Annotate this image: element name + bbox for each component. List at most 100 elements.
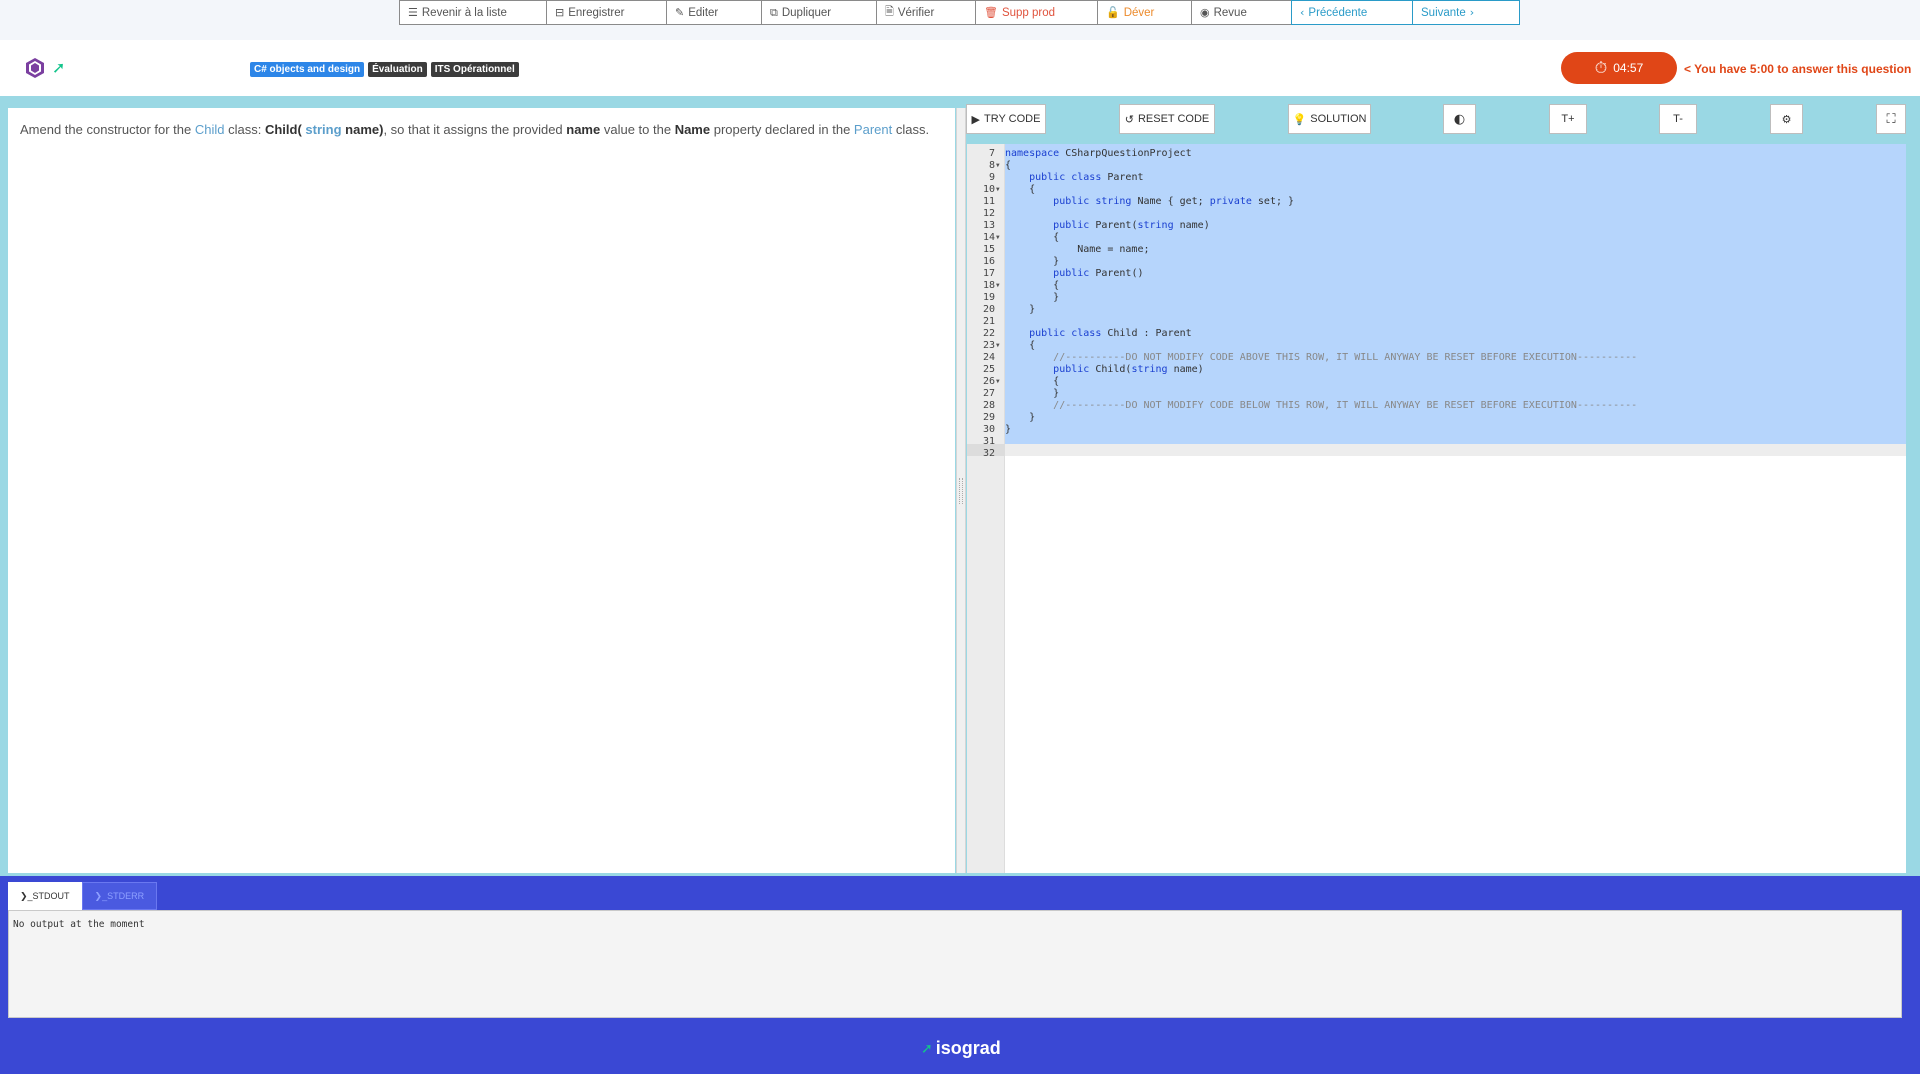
header: ➚ C# objects and design Évaluation ITS O… bbox=[0, 40, 1920, 96]
code-text: Parent bbox=[1101, 172, 1144, 183]
previous-button[interactable]: ‹ Précédente bbox=[1291, 0, 1413, 25]
code-line: public class Child : Parent bbox=[1005, 328, 1192, 340]
duplicate-button[interactable]: ⧉ Dupliquer bbox=[761, 0, 877, 25]
question-text: , so that it assigns the provided bbox=[383, 122, 567, 137]
code-comment: //----------DO NOT MODIFY CODE BELOW THI… bbox=[1053, 400, 1638, 411]
unlock-icon: 🔓 bbox=[1106, 6, 1120, 19]
line-number: 7 bbox=[988, 148, 995, 159]
code-keyword: public string bbox=[1053, 196, 1132, 207]
settings-button[interactable]: ⚙ bbox=[1770, 104, 1803, 134]
fold-toggle-icon[interactable]: ▼ bbox=[996, 184, 1000, 196]
question-text: value to the bbox=[600, 122, 675, 137]
panel-splitter[interactable] bbox=[956, 108, 966, 873]
code-line: //----------DO NOT MODIFY CODE BELOW THI… bbox=[1005, 400, 1637, 412]
edit-button[interactable]: ✎ Editer bbox=[666, 0, 762, 25]
unlock-button[interactable]: 🔓 Déver bbox=[1097, 0, 1192, 25]
tab-stderr[interactable]: ❯_STDERR bbox=[81, 882, 158, 910]
code-line: { bbox=[1005, 160, 1011, 172]
code-line: { bbox=[1005, 280, 1059, 292]
font-increase-button[interactable]: T+ bbox=[1549, 104, 1587, 134]
signature-type: string bbox=[305, 122, 342, 137]
fold-toggle-icon[interactable]: ▼ bbox=[996, 232, 1000, 244]
code-area[interactable]: namespace CSharpQuestionProject{ public … bbox=[1005, 144, 1906, 873]
parent-class-link: Parent bbox=[853, 122, 893, 137]
question-text: property declared in the bbox=[710, 122, 854, 137]
fold-toggle-icon[interactable]: ▼ bbox=[996, 340, 1000, 352]
fold-toggle-icon[interactable]: ▼ bbox=[996, 160, 1000, 172]
code-line: { bbox=[1005, 340, 1035, 352]
review-button[interactable]: ◉ Revue bbox=[1191, 0, 1292, 25]
param-name: name bbox=[566, 122, 601, 137]
code-keyword: public bbox=[1053, 220, 1090, 231]
code-keyword: string bbox=[1131, 364, 1168, 375]
code-comment: //----------DO NOT MODIFY CODE ABOVE THI… bbox=[1053, 352, 1638, 363]
code-keyword: namespace bbox=[1005, 148, 1060, 159]
back-to-list-button[interactable]: ☰ Revenir à la liste bbox=[399, 0, 547, 25]
console-tabs: ❯_STDOUT ❯_STDERR bbox=[8, 882, 158, 910]
line-number: 31 bbox=[982, 436, 995, 447]
tag-type: Évaluation bbox=[368, 62, 427, 77]
reset-code-button[interactable]: ↺ RESET CODE bbox=[1119, 104, 1215, 134]
code-line: } bbox=[1005, 424, 1011, 436]
code-line: { bbox=[1005, 232, 1059, 244]
tag-topic: C# objects and design bbox=[250, 62, 365, 77]
save-icon: ⊟ bbox=[555, 6, 565, 19]
verify-button[interactable]: 🗎 Vérifier bbox=[876, 0, 976, 25]
next-button[interactable]: Suivante › bbox=[1412, 0, 1520, 25]
copy-icon: ⧉ bbox=[770, 5, 778, 19]
font-increase-icon: T+ bbox=[1561, 113, 1575, 125]
property-name: Name bbox=[674, 122, 711, 137]
code-line: namespace CSharpQuestionProject bbox=[1005, 148, 1192, 160]
editor-toolbar: ▶ TRY CODE ↺ RESET CODE 💡 SOLUTION ◐ T+ T- … bbox=[966, 104, 1906, 140]
code-text: { bbox=[1005, 232, 1060, 243]
splitter-grip[interactable] bbox=[959, 478, 963, 504]
code-keyword: string bbox=[1137, 220, 1174, 231]
fold-toggle-icon[interactable]: ▼ bbox=[996, 376, 1000, 388]
console-output: No output at the moment bbox=[8, 910, 1902, 1018]
reset-icon: ↺ bbox=[1124, 112, 1134, 126]
tag-level: ITS Opérationnel bbox=[430, 62, 519, 77]
question-text: class: bbox=[224, 122, 265, 137]
try-code-button[interactable]: ▶ TRY CODE bbox=[966, 104, 1046, 134]
line-number: 15 bbox=[982, 244, 995, 255]
code-line: public class Parent bbox=[1005, 172, 1144, 184]
footer-logo: ➚ isograd bbox=[921, 1038, 1001, 1058]
stopwatch-icon: ⏱ bbox=[1594, 58, 1608, 77]
theme-toggle-button[interactable]: ◐ bbox=[1443, 104, 1476, 134]
code-text: Name { get; bbox=[1131, 196, 1210, 207]
line-number: 21 bbox=[982, 316, 995, 327]
delete-prod-button[interactable]: 🗑 Supp prod bbox=[975, 0, 1098, 25]
fullscreen-button[interactable]: ⛶ bbox=[1876, 104, 1906, 134]
code-text: { bbox=[1005, 184, 1036, 195]
code-text: } bbox=[1005, 388, 1060, 399]
font-decrease-button[interactable]: T- bbox=[1659, 104, 1697, 134]
isograd-arrow-icon: ➚ bbox=[921, 1040, 933, 1057]
code-line: public string Name { get; private set; } bbox=[1005, 196, 1294, 208]
code-text: Name = name; bbox=[1005, 244, 1150, 255]
question-text: Amend the constructor for the bbox=[20, 122, 195, 137]
code-text: name) bbox=[1173, 220, 1210, 231]
line-gutter: 7 8 ▼ 9 10 ▼ 11 12 13 14 ▼ 15 16 17 18 ▼ 19 20 21 22 23 ▼ 24 25… bbox=[967, 144, 1005, 873]
code-line: { bbox=[1005, 184, 1035, 196]
code-text: } bbox=[1005, 424, 1012, 435]
code-line: } bbox=[1005, 388, 1059, 400]
code-text: { bbox=[1005, 340, 1036, 351]
solution-button[interactable]: 💡 SOLUTION bbox=[1288, 104, 1371, 134]
time-limit-note: < You have 5:00 to answer this question bbox=[1684, 62, 1912, 76]
code-text: { bbox=[1005, 376, 1060, 387]
code-text: Child( bbox=[1089, 364, 1132, 375]
eye-slash-icon: ◉ bbox=[1200, 6, 1210, 19]
code-text: Parent( bbox=[1089, 220, 1138, 231]
line-number: 24 bbox=[982, 352, 995, 363]
tab-stdout[interactable]: ❯_STDOUT bbox=[8, 882, 82, 910]
code-editor[interactable]: 7 8 ▼ 9 10 ▼ 11 12 13 14 ▼ 15 16 17 18 ▼ 19 20 21 22 23 ▼ 24 25… bbox=[967, 144, 1906, 873]
save-button[interactable]: ⊟ Enregistrer bbox=[546, 0, 667, 25]
line-number: 16 bbox=[982, 256, 995, 267]
line-number: 12 bbox=[982, 208, 995, 219]
code-line: //----------DO NOT MODIFY CODE ABOVE THI… bbox=[1005, 352, 1637, 364]
fold-toggle-icon[interactable]: ▼ bbox=[996, 280, 1000, 292]
